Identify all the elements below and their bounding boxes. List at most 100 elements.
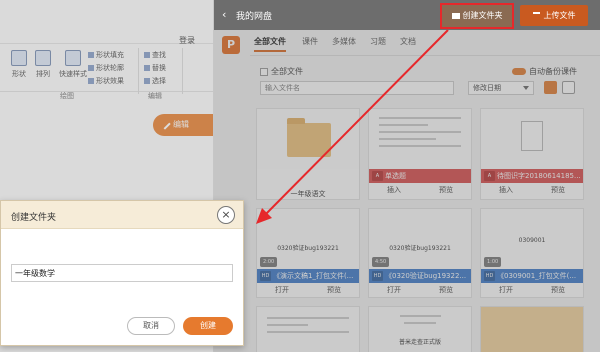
file-thumbnail: 0320验证bug193221 4:50 [369,209,471,269]
video-duration: 1:00 [484,257,502,267]
find-button[interactable]: 查找 [144,50,166,60]
folder-name-input[interactable] [11,264,233,282]
shape-button[interactable]: 形状 [8,50,30,79]
select-button[interactable]: 选择 [144,76,166,86]
file-type-badge: HD [260,271,271,281]
file-type-badge: A [372,171,383,181]
cloud-title: 我的网盘 [236,12,273,22]
card-actions: 打开 预览 [369,283,471,297]
grid-view-icon[interactable] [562,81,575,94]
replace-button[interactable]: 替换 [144,63,166,73]
shape-outline-button[interactable]: 形状轮廓 [88,63,124,73]
file-thumbnail [481,109,583,169]
shape-icon [11,50,27,66]
card-actions: 打开 预览 [257,283,359,297]
file-name: A 待图识字20180614185... [481,169,583,183]
folder-icon [451,12,460,19]
preview-button[interactable]: 预览 [551,285,565,295]
edit-button[interactable]: 编辑 [153,114,213,136]
sort-select[interactable]: 修改日期 [468,81,534,95]
file-thumbnail: 0320验证bug193221 2:00 [257,209,359,269]
upload-icon [532,12,540,19]
edit-group-label: 编辑 [148,92,162,100]
tab-documents[interactable]: 文档 [400,36,416,47]
app-logo-icon: P [222,36,240,54]
cancel-button[interactable]: 取消 [127,317,175,335]
file-thumbnail [481,307,583,352]
video-duration: 4:50 [372,257,390,267]
open-button[interactable]: 打开 [499,285,513,295]
toggle-icon [512,68,526,75]
file-type-badge: HD [484,271,495,281]
ribbon-separator [138,48,139,94]
file-thumbnail: 0309001 1:00 [481,209,583,269]
select-icon [144,78,150,84]
tab-all-files[interactable]: 全部文件 [254,36,286,52]
create-folder-button[interactable]: 创建文件夹 [440,3,514,29]
upload-file-button[interactable]: 上传文件 [520,5,588,26]
open-button[interactable]: 打开 [275,285,289,295]
back-arrow-icon[interactable]: ‹ [222,9,232,21]
file-card[interactable]: 一年级语文 [256,108,360,200]
list-view-icon[interactable] [544,81,557,94]
dialog-title: 创建文件夹 [11,213,57,223]
document-icon [521,121,543,151]
find-icon [144,52,150,58]
file-thumbnail [257,307,359,352]
draw-group-label: 绘图 [60,92,74,100]
create-folder-dialog: 创建文件夹 × 取消 创建 [0,200,244,346]
preview-button[interactable]: 预览 [551,185,565,195]
file-card[interactable]: 0320验证bug193221 2:00 HD 《演示文稿1_打包文件(... 打开… [256,208,360,298]
preview-button[interactable]: 预览 [439,185,453,195]
folder-icon [287,118,331,157]
preview-button[interactable]: 预览 [439,285,453,295]
pen-icon [159,118,171,130]
outline-icon [88,65,94,71]
search-input[interactable] [260,81,454,95]
file-type-badge: HD [372,271,383,281]
ribbon-separator [182,48,183,94]
card-actions: 插入 预览 [481,183,583,197]
preview-button[interactable]: 预览 [327,285,341,295]
tabs-divider [250,55,600,56]
dialog-header: 创建文件夹 × [1,201,243,229]
file-card[interactable]: 0309001 1:00 HD 《0309001_打包文件(... 打开 预览 [480,208,584,298]
quick-style-button[interactable]: 快速样式 [58,50,88,79]
arrange-icon [35,50,51,66]
tab-multimedia[interactable]: 多媒体 [332,36,356,47]
shape-fill-button[interactable]: 形状填充 [88,50,124,60]
quick-style-icon [65,50,81,66]
checkbox-icon [260,67,268,76]
open-button[interactable]: 打开 [387,285,401,295]
create-button[interactable]: 创建 [183,317,233,335]
cloud-header: ‹ 我的网盘 创建文件夹 上传文件 [214,0,600,30]
insert-button[interactable]: 插入 [499,185,513,195]
tab-exercises[interactable]: 习题 [370,36,386,47]
tab-courseware[interactable]: 课件 [302,36,318,47]
shape-effect-button[interactable]: 形状效果 [88,76,124,86]
select-all-checkbox[interactable]: 全部文件 [260,66,303,77]
card-actions: 插入 预览 [369,183,471,197]
file-name: HD 《0309001_打包文件(... [481,269,583,283]
fill-icon [88,52,94,58]
ribbon-topbar: 登录 [0,0,213,45]
file-thumbnail [369,109,471,169]
insert-button[interactable]: 插入 [387,185,401,195]
file-card[interactable]: A 待图识字20180614185... 插入 预览 [480,108,584,200]
file-card[interactable]: A 单选题 插入 预览 [368,108,472,200]
auto-backup-toggle[interactable]: 自动备份课件 [512,66,577,77]
video-duration: 2:00 [260,257,278,267]
file-card[interactable] [256,306,360,352]
cloud-drive-panel: ‹ 我的网盘 创建文件夹 上传文件 P 全部文件 课件 多媒体 习题 文档 全部… [214,0,600,352]
file-thumbnail [257,109,359,169]
card-actions: 打开 预览 [481,283,583,297]
file-card[interactable] [480,306,584,352]
file-card[interactable]: 普米走查正式版 [368,306,472,352]
chevron-down-icon [523,86,529,90]
arrange-button[interactable]: 排列 [32,50,54,79]
file-name: HD 《0320验证bug19322... [369,269,471,283]
close-icon[interactable]: × [217,206,235,224]
file-card[interactable]: 0320验证bug193221 4:50 HD 《0320验证bug19322...… [368,208,472,298]
file-thumbnail: 普米走查正式版 [369,307,471,352]
file-name: A 单选题 [369,169,471,183]
